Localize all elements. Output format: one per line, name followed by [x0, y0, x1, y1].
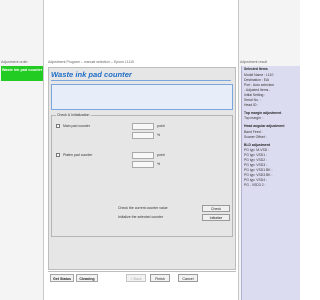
platen-pad-percent-unit: % — [157, 162, 161, 166]
summary-item: PG typ: VSD3 BK : — [244, 173, 273, 177]
summary-item: Destination : EAI — [244, 77, 270, 82]
main-pad-percent-unit: % — [157, 133, 161, 137]
platen-pad-percent-field — [132, 161, 154, 168]
adjustment-summary-list: Selected Items Model Name : L110 Destinati… — [241, 66, 300, 300]
tab-get-status[interactable]: Get Status — [50, 274, 74, 282]
cancel-button[interactable]: Cancel — [178, 274, 198, 282]
check-hint: Check the current counter value — [118, 206, 168, 210]
main-pad-checkbox[interactable] — [56, 124, 60, 128]
main-panel: Waste ink pad counter Check & Initializa… — [48, 67, 236, 270]
summary-item: PG typ: VSD1 BK : — [244, 168, 273, 172]
summary-item: Scaner Offset : — [244, 134, 267, 139]
bottom-bar: Get Status Cleaning < Back Finish Cancel — [48, 271, 236, 283]
left-pane-header: Adjustment order — [1, 60, 28, 64]
check-button[interactable]: Check — [202, 205, 230, 212]
summary-item: Band Feed : — [244, 129, 263, 134]
main-pad-point-unit: point — [157, 124, 165, 128]
right-pane-header: Adjustment result — [240, 60, 268, 64]
summary-item: Port : Auto selection — [244, 82, 275, 87]
summary-item: Top margin : — [244, 116, 263, 120]
summary-section-heading: Head angular adjustment — [244, 124, 285, 128]
summary-item: Initial Setting : — [244, 92, 266, 97]
info-box — [51, 84, 233, 110]
left-menu-item-waste-ink-pad-counter[interactable]: Waste ink pad counter — [1, 66, 43, 81]
summary-section-heading: Bi-D adjustment — [244, 142, 270, 147]
summary-item: PG typ: VSD3 : — [244, 163, 267, 167]
window-title: Adjustment Program – manual selection – … — [48, 60, 135, 64]
platen-pad-point-field — [132, 152, 154, 159]
summary-section-heading: Selected Items — [244, 67, 268, 71]
summary-item: - Adjusted Items - — [244, 87, 271, 92]
platen-pad-label: Platen pad counter — [63, 153, 93, 157]
summary-item: Head ID : — [244, 102, 259, 107]
page-title: Waste ink pad counter — [51, 70, 132, 79]
summary-item: Model Name : L110 — [244, 72, 274, 77]
main-pad-label: Main pad counter — [63, 124, 91, 128]
summary-item: PG - VSD3 2 : — [244, 183, 266, 187]
main-pad-point-field — [132, 123, 154, 130]
summary-item: PG typ: VSD4 : — [244, 178, 267, 182]
tab-cleaning[interactable]: Cleaning — [76, 274, 98, 282]
main-pad-percent-field — [132, 132, 154, 139]
summary-item: Serial No. : — [244, 97, 261, 102]
check-initialization-group: Check & Initialization Main pad counter … — [51, 113, 233, 237]
summary-item: PG typ: VSD2 : — [244, 158, 267, 162]
finish-button[interactable]: Finish — [150, 274, 170, 282]
summary-item: PG typ: M-VSD : — [244, 148, 270, 152]
left-pane: Adjustment order Waste ink pad counter — [0, 0, 44, 300]
platen-pad-point-unit: point — [157, 153, 165, 157]
summary-item: PG typ: VSD1 : — [244, 153, 267, 157]
initialize-button[interactable]: Initialize — [202, 214, 230, 221]
summary-section-heading: Top margin adjustment — [244, 110, 282, 115]
initialize-hint: Initialize the selected counter — [118, 215, 164, 219]
center-pane: Adjustment Program – manual selection – … — [44, 0, 238, 300]
platen-pad-checkbox[interactable] — [56, 153, 60, 157]
back-button[interactable]: < Back — [126, 274, 146, 282]
group-title: Check & Initialization — [56, 113, 91, 117]
right-pane: Adjustment result Selected Items Model Na… — [238, 0, 300, 300]
heading-divider — [51, 80, 231, 81]
